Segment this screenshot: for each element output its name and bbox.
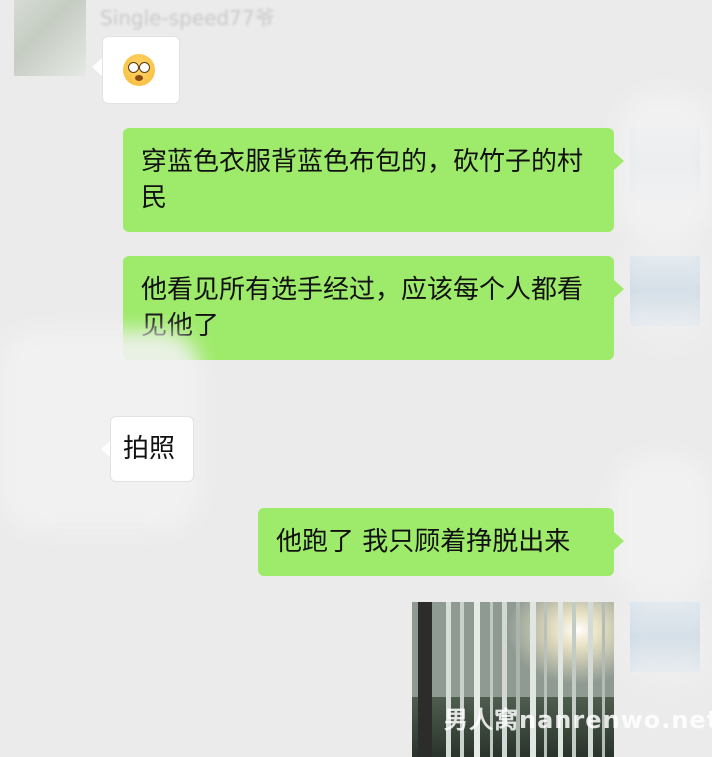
text-message-bubble[interactable]: 拍照 xyxy=(110,416,194,482)
contact-avatar[interactable] xyxy=(14,0,86,76)
blurred-region xyxy=(612,456,712,596)
bubble-tail xyxy=(614,152,624,170)
blurred-region xyxy=(622,588,712,688)
message-text: 他看见所有选手经过，应该每个人都看见他了 xyxy=(141,275,584,341)
message-text: 拍照 xyxy=(123,434,176,464)
message-text: 他跑了 我只顾着挣脱出来 xyxy=(276,527,571,557)
sender-name: Single-speed77爷 xyxy=(100,6,275,30)
blurred-region xyxy=(618,92,712,242)
text-message-bubble[interactable]: 穿蓝色衣服背蓝色布包的，砍竹子的村民 xyxy=(123,128,614,232)
blurred-region xyxy=(622,236,712,346)
text-message-bubble[interactable]: 他跑了 我只顾着挣脱出来 xyxy=(258,508,614,576)
bubble-tail xyxy=(614,532,624,550)
emoji-message-bubble[interactable] xyxy=(102,36,180,104)
astonished-face-icon xyxy=(123,54,155,86)
bubble-tail xyxy=(92,58,102,76)
message-text: 穿蓝色衣服背蓝色布包的，砍竹子的村民 xyxy=(141,147,584,213)
bubble-tail xyxy=(614,280,624,298)
text-message-bubble[interactable]: 他看见所有选手经过，应该每个人都看见他了 xyxy=(123,256,614,360)
watermark-text: 男人窝nanrenwo.net xyxy=(444,706,712,734)
